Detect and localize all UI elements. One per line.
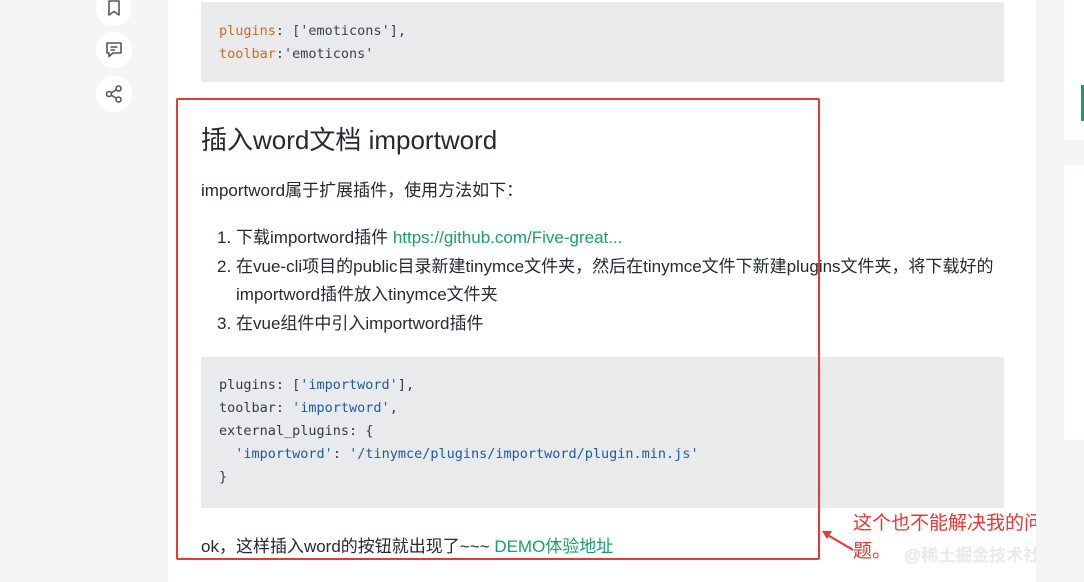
code-block-emoticons: plugins: ['emoticons'], toolbar:'emotico… bbox=[201, 2, 1004, 82]
comment-icon bbox=[104, 40, 124, 60]
comment-button[interactable] bbox=[96, 32, 132, 68]
annotation-arrow-icon bbox=[822, 531, 854, 551]
article-action-rail bbox=[0, 0, 168, 582]
share-icon bbox=[104, 84, 124, 104]
share-button[interactable] bbox=[96, 76, 132, 112]
code-token: :'emoticons' bbox=[275, 46, 374, 62]
code-token: plugins bbox=[219, 23, 276, 39]
code-token: toolbar bbox=[219, 46, 276, 62]
sidebar-card bbox=[1064, 165, 1084, 440]
collect-button[interactable] bbox=[96, 0, 132, 26]
code-token: : ['emoticons'], bbox=[275, 23, 406, 39]
site-watermark: @稀土掘金技术社区 bbox=[904, 546, 1058, 565]
bookmark-icon bbox=[105, 0, 123, 17]
annotation-highlight-box bbox=[176, 98, 820, 560]
